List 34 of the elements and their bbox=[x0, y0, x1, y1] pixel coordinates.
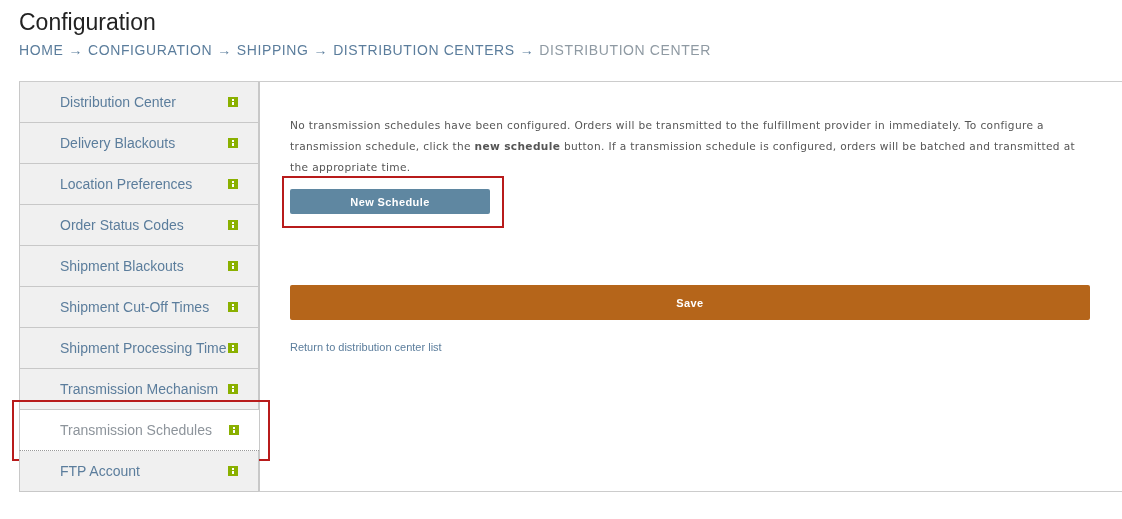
sidebar-tab[interactable]: Distribution Center bbox=[19, 82, 259, 123]
save-button[interactable]: Save bbox=[290, 285, 1090, 320]
return-link[interactable]: Return to distribution center list bbox=[290, 341, 442, 353]
sidebar-tab[interactable]: Transmission Schedules bbox=[19, 410, 259, 451]
info-message: No transmission schedules have been configured. Orders will be transmitted to the fulfillment provider in immediately. To configure a transmission schedule, click the new schedule button. If a transmission schedule is configured, orders will be batched and transmitted at the appropriate time. bbox=[290, 118, 1076, 175]
sidebar-tab[interactable]: Delivery Blackouts bbox=[19, 123, 259, 164]
info-icon bbox=[228, 466, 238, 476]
info-icon bbox=[228, 138, 238, 148]
sidebar-tab[interactable]: Shipment Cut-Off Times bbox=[19, 287, 259, 328]
breadcrumb-link[interactable]: SHIPPING bbox=[236, 41, 309, 59]
breadcrumb-separator: → bbox=[68, 41, 83, 59]
info-icon bbox=[228, 220, 238, 230]
info-icon bbox=[228, 97, 238, 107]
info-icon bbox=[229, 425, 239, 435]
sidebar-tab[interactable]: Shipment Blackouts bbox=[19, 246, 259, 287]
info-icon bbox=[228, 179, 238, 189]
info-icon bbox=[228, 384, 238, 394]
breadcrumb-link[interactable]: CONFIGURATION bbox=[88, 41, 213, 59]
breadcrumb-current: DISTRIBUTION CENTER bbox=[539, 41, 711, 59]
new-schedule-button[interactable]: New Schedule bbox=[290, 189, 490, 214]
breadcrumb-separator: → bbox=[217, 41, 232, 59]
page-title: Configuration bbox=[19, 8, 157, 36]
breadcrumb-link[interactable]: HOME bbox=[19, 41, 64, 59]
sidebar-tab[interactable]: Location Preferences bbox=[19, 164, 259, 205]
info-icon bbox=[228, 261, 238, 271]
sidebar-tab[interactable]: Order Status Codes bbox=[19, 205, 259, 246]
sidebar-tab[interactable]: Transmission Mechanism bbox=[19, 369, 259, 410]
breadcrumb-link[interactable]: DISTRIBUTION CENTERS bbox=[333, 41, 515, 59]
info-icon bbox=[228, 343, 238, 353]
info-icon bbox=[228, 302, 238, 312]
breadcrumb-separator: → bbox=[519, 41, 535, 59]
breadcrumb-separator: → bbox=[313, 41, 329, 59]
sidebar-tab[interactable]: FTP Account bbox=[19, 451, 259, 492]
sidebar-tab[interactable]: Shipment Processing Time bbox=[19, 328, 259, 369]
